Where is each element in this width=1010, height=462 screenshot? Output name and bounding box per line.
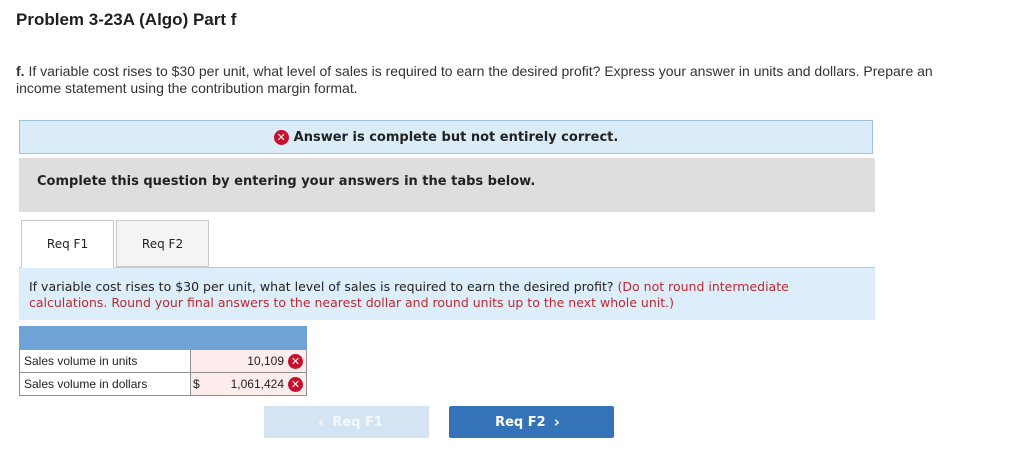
x-circle-icon: ✕ — [273, 129, 289, 145]
prompt-text: If variable cost rises to $30 per unit, … — [29, 279, 614, 294]
question-body: If variable cost rises to $30 per unit, … — [16, 63, 933, 96]
table-row: Sales volume in units 10,109 ✕ — [19, 349, 307, 373]
prev-req-label: Req F1 — [332, 414, 383, 430]
prev-req-button[interactable]: ‹ Req F1 — [264, 406, 429, 438]
units-value: 10,109 — [247, 354, 284, 368]
answer-table: Sales volume in units 10,109 ✕ Sales vol… — [19, 326, 307, 396]
currency-symbol: $ — [193, 377, 200, 391]
chevron-left-icon: ‹ — [318, 413, 325, 431]
row-label: Sales volume in units — [19, 349, 191, 373]
page-title: Problem 3-23A (Algo) Part f — [16, 10, 237, 29]
units-input[interactable]: 10,109 ✕ — [190, 349, 307, 373]
chevron-right-icon: › — [553, 413, 560, 431]
instruction-box: Complete this question by entering your … — [19, 158, 875, 212]
next-req-label: Req F2 — [495, 414, 546, 430]
incorrect-icon: ✕ — [288, 376, 303, 392]
answer-status-banner: ✕ Answer is complete but not entirely co… — [19, 120, 873, 154]
next-req-button[interactable]: Req F2 › — [449, 406, 614, 438]
dollars-value: 1,061,424 — [230, 377, 284, 391]
row-label: Sales volume in dollars — [19, 372, 191, 396]
tab-req-f2[interactable]: Req F2 — [116, 220, 209, 267]
table-row: Sales volume in dollars $ 1,061,424 ✕ — [19, 372, 307, 396]
dollars-input[interactable]: $ 1,061,424 ✕ — [190, 372, 307, 396]
answer-status-text: Answer is complete but not entirely corr… — [293, 129, 619, 145]
tab-prompt: If variable cost rises to $30 per unit, … — [19, 268, 875, 320]
incorrect-icon: ✕ — [288, 353, 303, 369]
instruction-text: Complete this question by entering your … — [37, 174, 536, 189]
question-letter: f. — [16, 63, 25, 79]
table-header-row — [19, 326, 307, 350]
tab-req-f2-label: Req F2 — [141, 236, 184, 251]
tab-req-f1-label: Req F1 — [46, 237, 89, 251]
question-text: f. If variable cost rises to $30 per uni… — [16, 63, 936, 97]
tab-req-f1[interactable]: Req F1 — [21, 220, 114, 268]
